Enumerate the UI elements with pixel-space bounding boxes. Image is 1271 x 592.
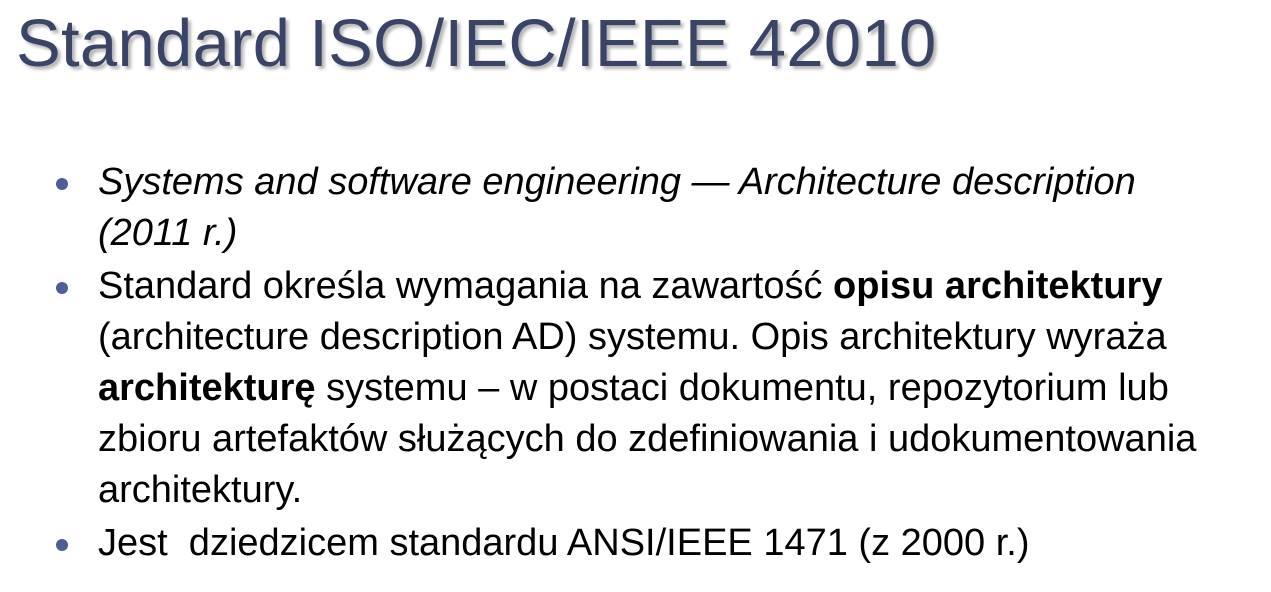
bullet-list: Systems and software engineering — Archi… [54,157,1264,571]
bullet-text: Jest dziedzicem standardu ANSI/IEEE 1471… [98,522,1030,564]
bullet-text: Standard określa wymagania na zawartość … [98,261,1264,516]
bullet-item-description: Standard określa wymagania na zawartość … [54,261,1264,516]
text-fragment: (architecture description AD) systemu. O… [98,316,1167,358]
bullet-item-standard-name: Systems and software engineering — Archi… [54,157,1264,259]
bullet-marker-icon [56,282,68,294]
slide: Standard ISO/IEC/IEEE 42010 Systems and … [0,0,1271,592]
standard-full-name: Systems and software engineering — Archi… [98,161,1136,203]
emphasis-architecture: architekturę [98,367,316,409]
bullet-item-predecessor: Jest dziedzicem standardu ANSI/IEEE 1471… [54,518,1264,569]
standard-year: (2011 r.) [98,212,238,254]
slide-title: Standard ISO/IEC/IEEE 42010 [16,6,937,81]
bullet-marker-icon [56,539,68,551]
text-fragment: Standard określa wymagania na zawartość [98,265,834,307]
emphasis-architecture-description: opisu architektury [833,265,1163,307]
bullet-text: Systems and software engineering — Archi… [98,157,1264,259]
bullet-marker-icon [56,178,68,190]
